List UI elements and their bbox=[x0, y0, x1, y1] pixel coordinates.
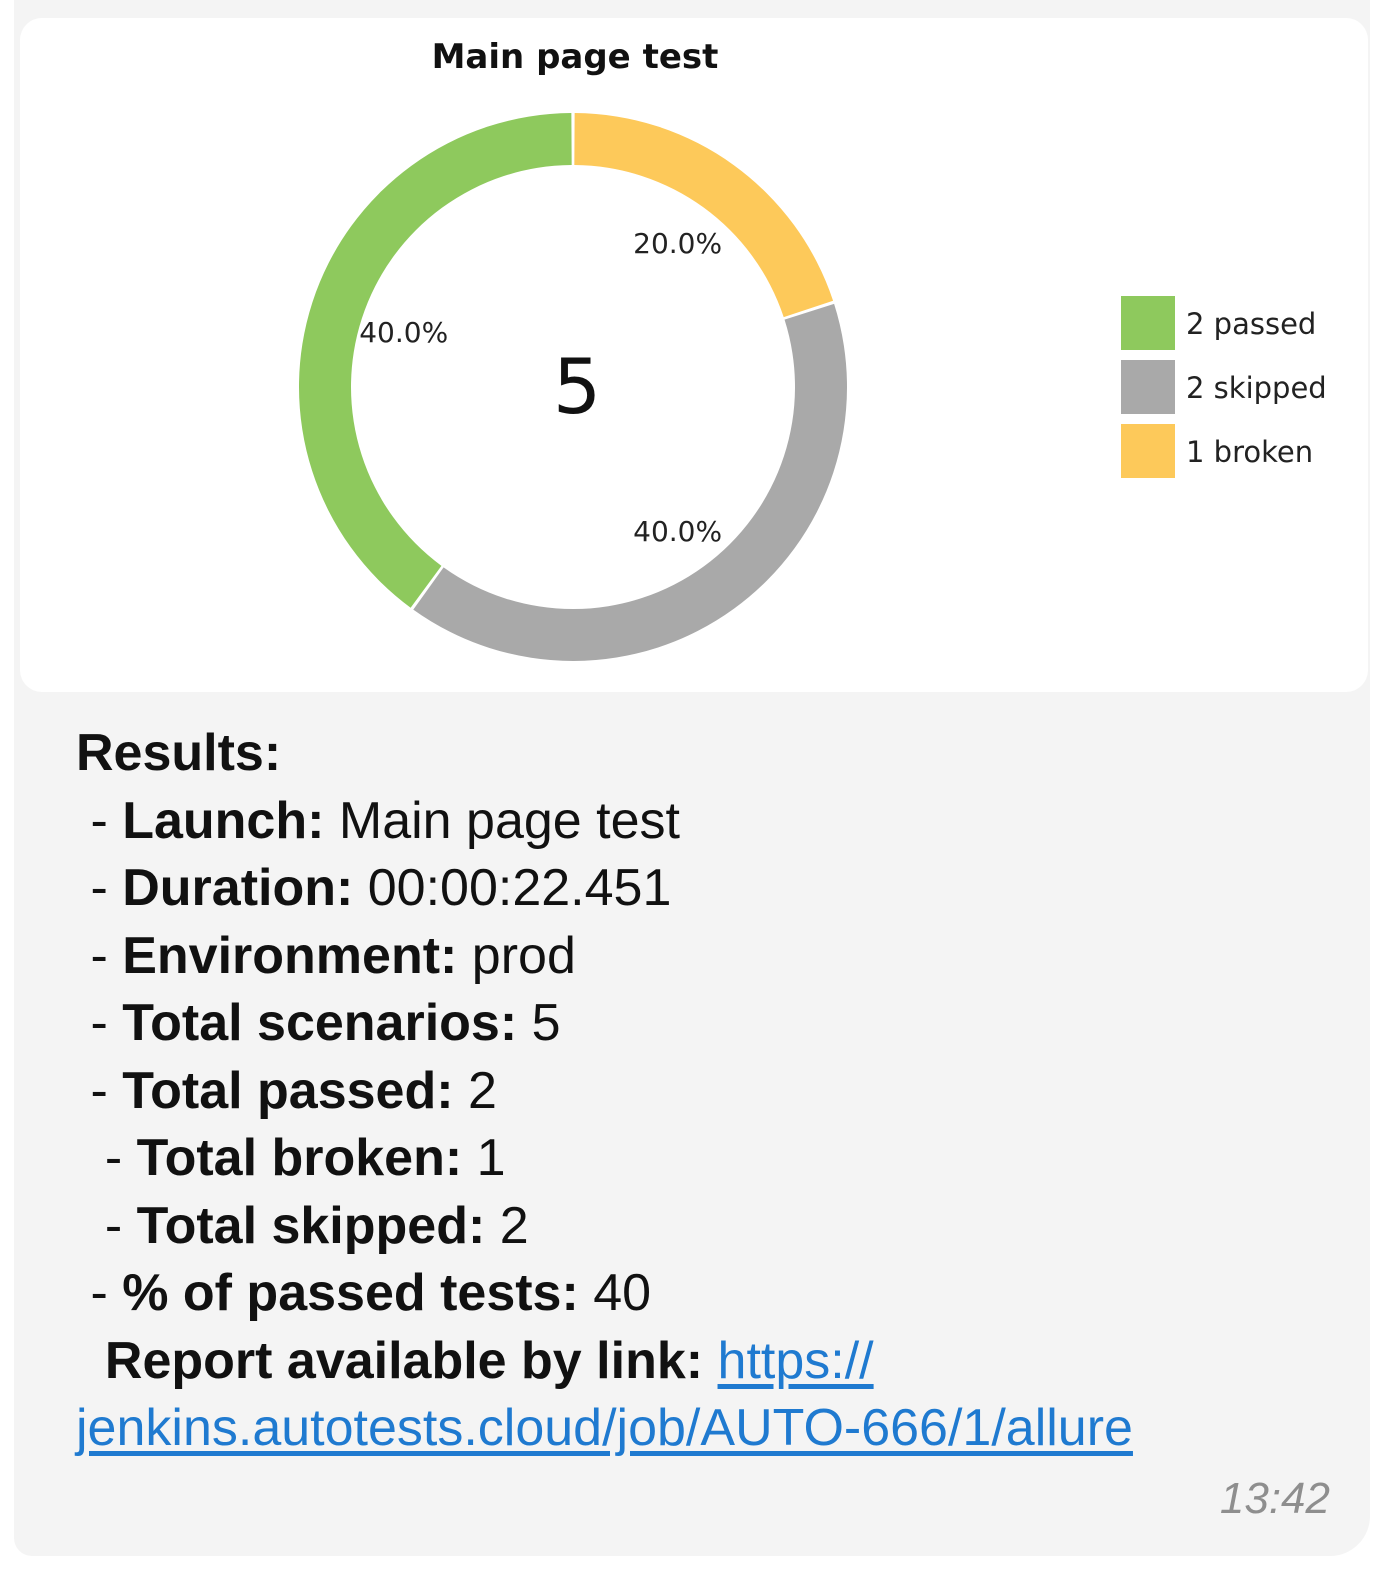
legend-label: 1 broken bbox=[1186, 435, 1313, 469]
result-item-value: 1 bbox=[462, 1129, 506, 1187]
result-item-key: Launch: bbox=[122, 791, 325, 850]
result-item: - Duration: 00:00:22.451 bbox=[76, 855, 1336, 923]
result-item-prefix: - bbox=[76, 859, 123, 917]
result-item-prefix: - bbox=[76, 1196, 137, 1255]
result-item-key: Environment: bbox=[122, 926, 458, 985]
result-item: - Total broken: 1 bbox=[76, 1125, 1336, 1193]
report-line: Report available by link: https:// bbox=[76, 1328, 1336, 1396]
result-item-value: 2 bbox=[453, 1061, 497, 1120]
donut-chart: Main page test 20.0% 40.0% 40.0% 5 2 passe… bbox=[298, 37, 1327, 662]
donut-slice bbox=[574, 113, 834, 318]
message-timestamp: 13:42 bbox=[1219, 1474, 1330, 1523]
result-item: - Total passed: 2 bbox=[76, 1058, 1336, 1126]
result-item-prefix: - bbox=[76, 1129, 137, 1187]
report-link-part2[interactable]: jenkins.autotests.cloud/job/AUTO-666/1/a… bbox=[76, 1399, 1133, 1457]
donut-slice bbox=[298, 113, 572, 608]
result-item-value: Main page test bbox=[324, 791, 680, 850]
result-item-value: prod bbox=[457, 926, 576, 985]
report-link-part1[interactable]: https:// bbox=[718, 1332, 874, 1390]
result-item-key: Total broken: bbox=[136, 1129, 463, 1187]
legend-swatch bbox=[1121, 424, 1175, 478]
results-list: - Launch: Main page test - Duration: 00:… bbox=[76, 788, 1336, 1328]
results-heading: Results: bbox=[76, 724, 282, 782]
result-item: - Total skipped: 2 bbox=[76, 1193, 1336, 1261]
result-item-prefix: - bbox=[76, 1264, 123, 1322]
slice-labels: 20.0% 40.0% 40.0% bbox=[359, 227, 722, 548]
result-item-value: 40 bbox=[578, 1264, 652, 1322]
chart-legend: 2 passed 2 skipped 1 broken bbox=[1121, 296, 1327, 478]
chart-title: Main page test bbox=[432, 37, 719, 77]
result-item-value: 5 bbox=[517, 994, 561, 1052]
legend-swatch bbox=[1121, 360, 1175, 414]
result-item: - Environment: prod bbox=[76, 923, 1336, 991]
result-item-key: % of passed tests: bbox=[122, 1264, 579, 1322]
result-item: - Total scenarios: 5 bbox=[76, 990, 1336, 1058]
result-item-key: Total scenarios: bbox=[122, 994, 518, 1052]
result-item-key: Total passed: bbox=[122, 1061, 454, 1120]
result-item: - % of passed tests: 40 bbox=[76, 1260, 1336, 1328]
result-item-prefix: - bbox=[76, 791, 123, 850]
slice-percent-label: 40.0% bbox=[359, 316, 448, 349]
slice-percent-label: 20.0% bbox=[633, 227, 722, 260]
result-item-prefix: - bbox=[76, 926, 123, 985]
result-item: - Launch: Main page test bbox=[76, 788, 1336, 856]
donut-slice bbox=[413, 303, 848, 662]
result-item-value: 2 bbox=[485, 1196, 529, 1255]
chart-center-total: 5 bbox=[553, 342, 601, 431]
results-text: Results: - Launch: Main page test - Dura… bbox=[76, 720, 1336, 1463]
report-label: Report available by link: bbox=[76, 1331, 718, 1390]
report-line-2: jenkins.autotests.cloud/job/AUTO-666/1/a… bbox=[76, 1395, 1336, 1463]
legend-swatch bbox=[1121, 296, 1175, 350]
result-item-key: Duration: bbox=[122, 859, 354, 917]
result-item-value: 00:00:22.451 bbox=[353, 859, 672, 917]
legend-label: 2 skipped bbox=[1186, 371, 1327, 405]
legend-label: 2 passed bbox=[1186, 307, 1316, 341]
result-item-key: Total skipped: bbox=[136, 1196, 486, 1255]
result-item-prefix: - bbox=[76, 1061, 123, 1120]
chart-image[interactable]: Main page test 20.0% 40.0% 40.0% 5 2 passe… bbox=[20, 18, 1368, 692]
slice-percent-label: 40.0% bbox=[633, 515, 722, 548]
result-item-prefix: - bbox=[76, 994, 123, 1052]
